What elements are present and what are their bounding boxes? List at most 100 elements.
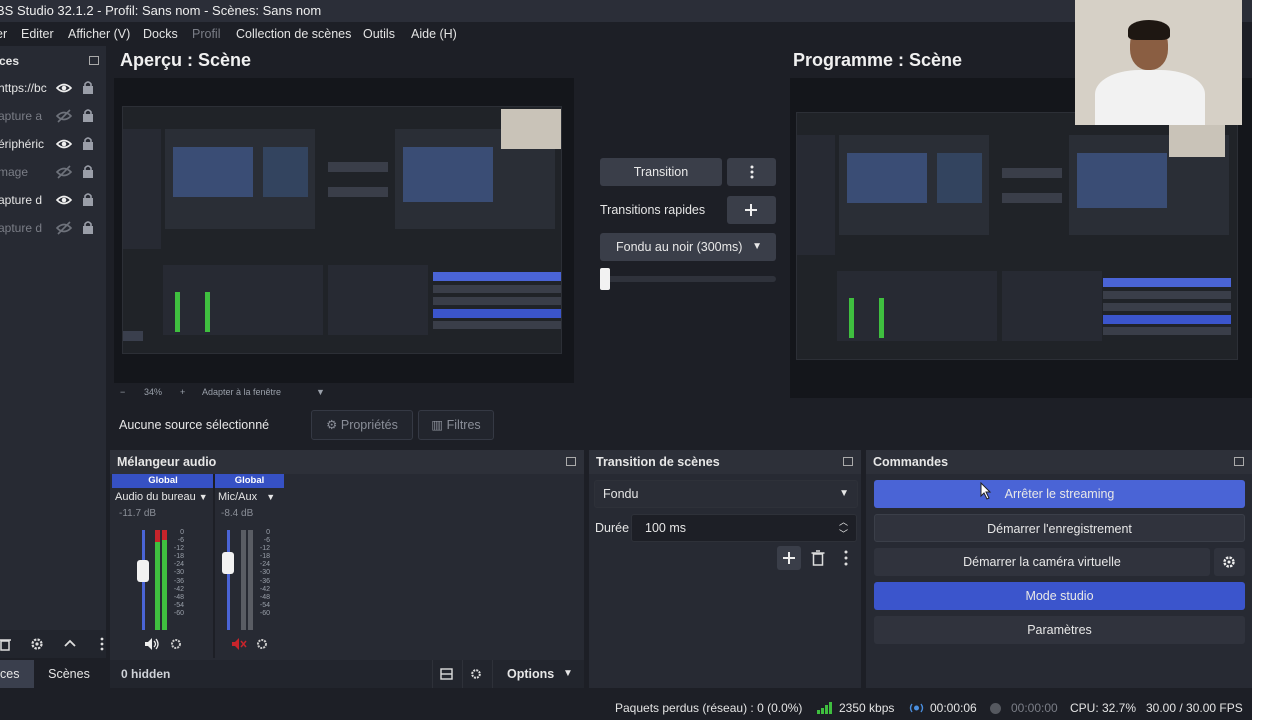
more-icon[interactable] bbox=[844, 550, 848, 566]
tbar-track[interactable] bbox=[600, 276, 776, 282]
settings-button[interactable]: Paramètres bbox=[874, 616, 1245, 644]
level-meter bbox=[241, 530, 246, 630]
menu-edit[interactable]: Editer bbox=[21, 22, 54, 46]
start-virtual-camera-button[interactable]: Démarrer la caméra virtuelle bbox=[874, 548, 1210, 576]
menu-help[interactable]: Aide (H) bbox=[411, 22, 457, 46]
eye-off-icon[interactable] bbox=[56, 109, 72, 123]
zoom-fit[interactable]: Adapter à la fenêtre bbox=[202, 382, 281, 402]
preview-image bbox=[122, 106, 562, 354]
source-label: apture a bbox=[0, 109, 43, 123]
preview-canvas[interactable] bbox=[114, 78, 574, 383]
source-item[interactable]: https://bc bbox=[0, 74, 106, 102]
transition-select[interactable]: Fondu ▼ bbox=[594, 480, 858, 508]
gear-icon[interactable] bbox=[256, 638, 268, 650]
trash-icon[interactable] bbox=[811, 550, 825, 566]
quick-transition-select[interactable]: Fondu au noir (300ms) ▼ bbox=[600, 233, 776, 261]
eye-icon[interactable] bbox=[56, 193, 72, 207]
dropped-frames: Paquets perdus (réseau) : 0 (0.0%) bbox=[615, 701, 803, 715]
source-item[interactable]: ériphéric bbox=[0, 130, 106, 158]
studio-mode-button[interactable]: Mode studio bbox=[874, 582, 1245, 610]
lock-icon[interactable] bbox=[82, 164, 94, 178]
fps: 30.00 / 30.00 FPS bbox=[1146, 701, 1243, 715]
eye-off-icon[interactable] bbox=[56, 221, 72, 235]
preview-title: Aperçu : Scène bbox=[120, 50, 252, 70]
speaker-icon[interactable] bbox=[144, 637, 160, 651]
more-icon[interactable] bbox=[100, 637, 104, 651]
scene-transitions-dock: Transition de scènes Fondu ▼ Durée 100 m… bbox=[589, 450, 861, 688]
duration-input[interactable]: 100 ms ︿ ﹀ bbox=[631, 514, 857, 542]
zoom-in-button[interactable]: + bbox=[180, 382, 185, 402]
fader-track[interactable] bbox=[227, 530, 230, 630]
virtual-camera-settings-button[interactable] bbox=[1214, 548, 1245, 576]
eye-off-icon[interactable] bbox=[56, 165, 72, 179]
filter-icon: ▥ bbox=[431, 418, 444, 432]
trash-icon[interactable] bbox=[0, 637, 11, 651]
source-item[interactable]: apture a bbox=[0, 102, 106, 130]
menu-file[interactable]: er bbox=[0, 22, 7, 46]
sources-toolbar bbox=[0, 630, 106, 658]
menu-view[interactable]: Afficher (V) bbox=[68, 22, 130, 46]
lock-icon[interactable] bbox=[82, 80, 94, 94]
transition-button[interactable]: Transition bbox=[600, 158, 722, 186]
float-icon[interactable] bbox=[566, 457, 576, 466]
stream-icon bbox=[909, 703, 924, 713]
tab-sources[interactable]: ces bbox=[0, 660, 34, 688]
add-transition-button[interactable] bbox=[777, 546, 801, 570]
properties-button[interactable]: ⚙ Propriétés bbox=[311, 410, 413, 440]
filters-button[interactable]: ▥ Filtres bbox=[418, 410, 494, 440]
source-label: https://bc bbox=[0, 81, 47, 95]
float-icon[interactable] bbox=[89, 56, 99, 65]
chevron-down-icon: ▼ bbox=[563, 668, 573, 679]
start-recording-button[interactable]: Démarrer l'enregistrement bbox=[874, 514, 1245, 542]
float-icon[interactable] bbox=[1234, 457, 1244, 466]
lock-icon[interactable] bbox=[82, 108, 94, 122]
tab-scenes[interactable]: Scènes bbox=[38, 660, 100, 688]
more-button[interactable] bbox=[727, 158, 776, 186]
mic-muted-icon[interactable] bbox=[231, 637, 247, 651]
meter-scale: 0 -6 -12 -18 -24 -30 -36 -42 -48 -54 -60 bbox=[259, 529, 270, 617]
lock-icon[interactable] bbox=[82, 192, 94, 206]
source-label: mage bbox=[0, 165, 29, 179]
add-quick-transition-button[interactable] bbox=[727, 196, 776, 224]
lock-icon[interactable] bbox=[82, 136, 94, 150]
channel-name[interactable]: Audio du bureau ▼ bbox=[112, 491, 214, 503]
source-item[interactable]: apture d bbox=[0, 186, 106, 214]
record-time: 00:00:00 bbox=[1011, 701, 1058, 715]
meter-peak bbox=[155, 530, 160, 542]
fader-handle[interactable] bbox=[222, 552, 234, 574]
gear-icon[interactable] bbox=[170, 638, 182, 650]
chevron-down-icon[interactable]: ﹀ bbox=[839, 521, 848, 547]
gear-icon bbox=[1223, 556, 1235, 568]
global-badge: Global bbox=[112, 474, 214, 488]
menu-tools[interactable]: Outils bbox=[363, 22, 395, 46]
menu-scene-collection[interactable]: Collection de scènes bbox=[236, 22, 351, 46]
mixer-options-button[interactable]: Options ▼ bbox=[492, 660, 584, 688]
eye-icon[interactable] bbox=[56, 81, 72, 95]
stop-streaming-button[interactable]: Arrêter le streaming bbox=[874, 480, 1245, 508]
plus-icon bbox=[783, 552, 795, 564]
transition-value: Fondu bbox=[603, 487, 639, 501]
program-title: Programme : Scène bbox=[793, 50, 963, 70]
lock-icon[interactable] bbox=[82, 220, 94, 234]
source-item[interactable]: apture d bbox=[0, 214, 106, 242]
chevron-down-icon: ▼ bbox=[839, 488, 849, 499]
gear-icon[interactable] bbox=[30, 637, 44, 651]
chevron-up-icon[interactable] bbox=[63, 638, 77, 648]
zoom-out-button[interactable]: − bbox=[120, 382, 125, 402]
meter-scale: 0 -6 -12 -18 -24 -30 -36 -42 -48 -54 -60 bbox=[173, 529, 184, 617]
advanced-audio-button[interactable] bbox=[462, 660, 488, 688]
window-title: BS Studio 32.1.2 - Profil: Sans nom - Sc… bbox=[0, 3, 322, 18]
float-icon[interactable] bbox=[843, 457, 853, 466]
source-item[interactable]: mage bbox=[0, 158, 106, 186]
fader-handle[interactable] bbox=[137, 560, 149, 582]
menu-profile[interactable]: Profil bbox=[192, 22, 220, 46]
chevron-down-icon[interactable]: ▼ bbox=[316, 382, 325, 402]
mixer-channel-desktop: Global Audio du bureau ▼ -11.7 dB 0 -6 -12… bbox=[112, 474, 214, 650]
channel-name[interactable]: Mic/Aux ▼ bbox=[215, 491, 284, 503]
eye-icon[interactable] bbox=[56, 137, 72, 151]
layout-button[interactable] bbox=[432, 660, 458, 688]
sources-header: ces bbox=[0, 50, 106, 70]
chevron-down-icon: ▼ bbox=[752, 241, 762, 252]
tbar-handle[interactable] bbox=[600, 268, 610, 290]
menu-docks[interactable]: Docks bbox=[143, 22, 178, 46]
